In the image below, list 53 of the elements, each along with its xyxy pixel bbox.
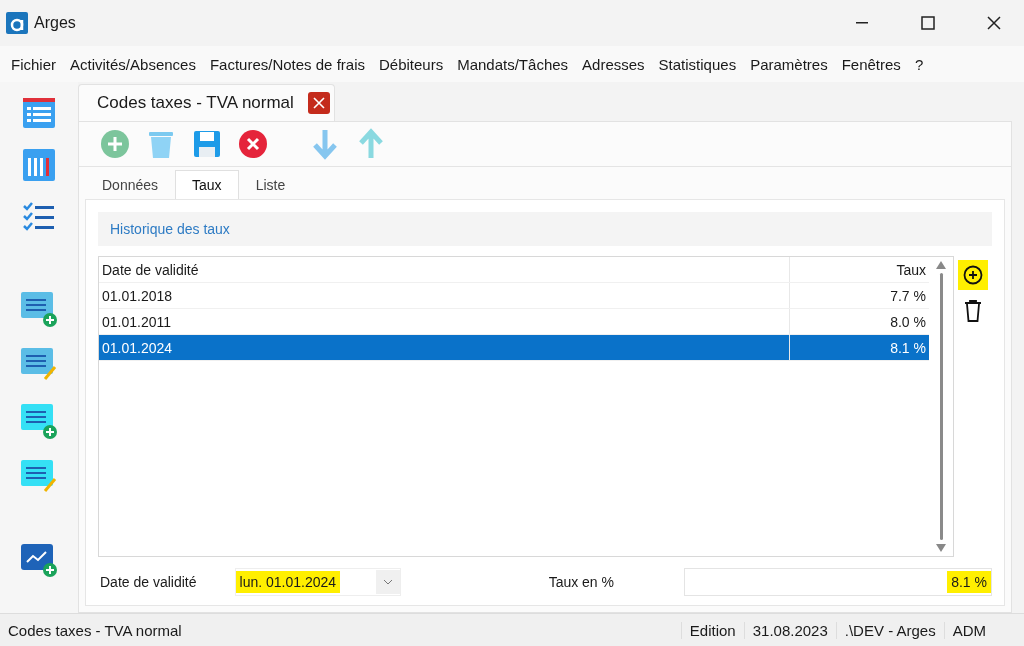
column-header[interactable]: Taux xyxy=(789,257,929,282)
window-title: Arges xyxy=(34,14,77,32)
menu-item[interactable]: Paramètres xyxy=(743,55,835,73)
rate-field[interactable]: 8.1 % xyxy=(684,568,992,596)
menu-item[interactable]: ? xyxy=(907,55,931,73)
column-header[interactable]: Date de validité xyxy=(99,257,789,282)
table-cell: 8.1 % xyxy=(789,335,929,360)
tab[interactable]: Liste xyxy=(238,170,303,199)
close-icon xyxy=(312,97,325,109)
document-tab[interactable]: Codes taxes - TVA normal xyxy=(78,84,335,121)
close-icon xyxy=(987,16,1001,30)
list-add-icon[interactable] xyxy=(19,290,59,328)
list-icon[interactable] xyxy=(22,96,56,130)
chevron-down-icon xyxy=(383,579,392,585)
save-button[interactable] xyxy=(191,128,223,160)
app-logo-icon xyxy=(6,12,28,34)
table-cell: 8.0 % xyxy=(789,309,929,334)
status-item: Codes taxes - TVA normal xyxy=(7,621,183,639)
menu-item[interactable]: Activités/Absences xyxy=(63,55,203,73)
minimize-icon xyxy=(856,22,868,24)
menu-item[interactable]: Mandats/Tâches xyxy=(450,55,576,73)
status-item: 31.08.2023 xyxy=(743,621,836,639)
menu-item[interactable]: Factures/Notes de frais xyxy=(202,55,372,73)
close-tab-button[interactable] xyxy=(307,92,330,114)
cancel-button[interactable] xyxy=(237,128,269,160)
table-cell-text: 01.01.2024 xyxy=(101,338,174,358)
table-cell: 7.7 % xyxy=(789,283,929,308)
status-item: ADM xyxy=(943,621,994,639)
menu-item[interactable]: Fenêtres xyxy=(834,55,908,73)
maximize-icon xyxy=(921,16,935,30)
status-item: .\DEV - Arges xyxy=(835,621,944,639)
tab[interactable]: Taux xyxy=(175,170,239,199)
note-add-icon[interactable] xyxy=(19,402,59,440)
columns-icon[interactable] xyxy=(22,148,56,182)
table-row[interactable]: 01.01.2024 8.1 % xyxy=(99,335,929,361)
document-tab-title: Codes taxes - TVA normal xyxy=(97,93,294,113)
table-cell-text: 01.01.2018 xyxy=(101,286,174,306)
table-cell-text: 01.01.2011 xyxy=(101,312,173,332)
tab[interactable]: Données xyxy=(85,170,176,199)
menu-item[interactable]: Adresses xyxy=(575,55,652,73)
field-label: Taux en % xyxy=(548,574,614,590)
scroll-down-icon[interactable] xyxy=(936,544,946,552)
field-label: Date de validité xyxy=(99,574,197,590)
menu-item[interactable]: Statistiques xyxy=(651,55,744,73)
section-header: Historique des taux xyxy=(98,212,992,246)
date-field[interactable]: lun. 01.01.2024 xyxy=(234,568,401,596)
scroll-up-icon[interactable] xyxy=(936,261,946,269)
status-item: Edition xyxy=(680,621,744,639)
menu-item[interactable]: Débiteurs xyxy=(371,55,451,73)
scrollbar-thumb[interactable] xyxy=(939,273,943,540)
menu-item[interactable]: Fichier xyxy=(4,55,63,73)
table-row[interactable]: 01.01.2018 7.7 % xyxy=(99,283,929,309)
add-row-button[interactable] xyxy=(958,260,988,290)
